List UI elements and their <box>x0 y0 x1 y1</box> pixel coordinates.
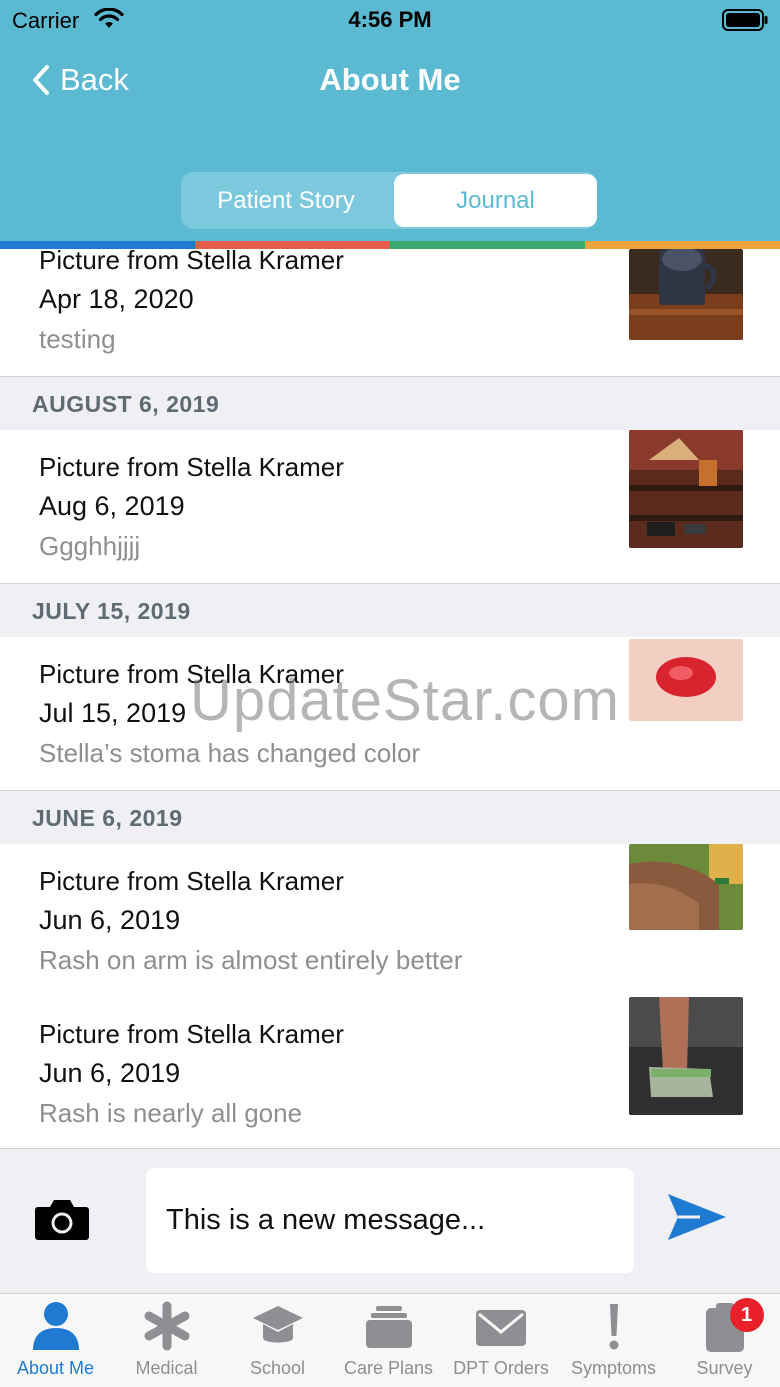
tab-survey[interactable]: 1 Survey <box>669 1294 780 1387</box>
tab-medical[interactable]: Medical <box>111 1294 222 1387</box>
asterisk-icon <box>144 1301 189 1351</box>
stripe-blue <box>0 241 195 249</box>
entry-title: Picture from Stella Kramer <box>39 866 344 896</box>
watermark: UpdateStar.com <box>190 668 620 733</box>
journal-entry[interactable]: Picture from Stella Kramer Aug 6, 2019 G… <box>0 430 780 583</box>
entry-date: Apr 18, 2020 <box>39 284 194 314</box>
graduation-cap-icon <box>252 1306 303 1343</box>
tab-label: DPT Orders <box>453 1358 549 1378</box>
camera-icon[interactable] <box>34 1195 90 1241</box>
entry-date: Jun 6, 2019 <box>39 1058 181 1088</box>
section-label: AUGUST 6, 2019 <box>32 391 220 417</box>
stripe-green <box>390 241 585 249</box>
clipboard-icon: 1 <box>700 1298 764 1352</box>
exclamation-icon <box>609 1304 618 1350</box>
tab-journal[interactable]: Journal <box>394 174 597 227</box>
tab-label: School <box>249 1358 306 1378</box>
entry-note: Rash on arm is almost entirely better <box>39 945 463 975</box>
stripe-orange <box>585 241 780 249</box>
entry-photo[interactable] <box>629 639 743 721</box>
tab-label: About Me <box>16 1358 95 1378</box>
message-composer <box>0 1148 780 1293</box>
send-icon[interactable] <box>666 1192 728 1242</box>
section-label: JULY 15, 2019 <box>32 598 191 624</box>
entry-note: Ggghhjjjj <box>39 531 141 561</box>
entry-date: Aug 6, 2019 <box>39 491 185 521</box>
message-input[interactable] <box>146 1168 634 1273</box>
tab-school[interactable]: School <box>222 1294 333 1387</box>
tab-label: Survey <box>696 1358 753 1378</box>
entry-photo[interactable] <box>629 430 743 548</box>
tab-care-plans[interactable]: Care Plans <box>333 1294 444 1387</box>
entry-title: Picture from Stella Kramer <box>39 249 344 275</box>
entry-photo[interactable] <box>629 997 743 1115</box>
color-stripe <box>0 241 780 249</box>
tab-bar: About Me Medical School Care Plans DPT O… <box>0 1293 780 1387</box>
tab-label: Medical <box>135 1358 198 1378</box>
section-header: JUNE 6, 2019 <box>0 790 780 844</box>
journal-entry[interactable]: Picture from Stella Kramer Jun 6, 2019 R… <box>0 844 780 997</box>
segmented-control: Patient Story Journal <box>181 172 597 229</box>
stack-icon <box>365 1306 412 1348</box>
entry-note: Stella’s stoma has changed color <box>39 738 421 768</box>
journal-entry[interactable]: Picture from Stella Kramer Apr 18, 2020 … <box>0 249 780 376</box>
page-title: About Me <box>319 62 461 97</box>
section-label: JUNE 6, 2019 <box>32 805 183 831</box>
battery-icon <box>722 9 768 31</box>
tab-label: Symptoms <box>570 1358 657 1378</box>
header: Carrier 4:56 PM Back About Me Patient St… <box>0 0 780 241</box>
status-bar: Carrier 4:56 PM <box>0 0 780 40</box>
tab-patient-story[interactable]: Patient Story <box>181 172 391 229</box>
clock: 4:56 PM <box>348 7 432 32</box>
stripe-red <box>195 241 390 249</box>
journal-entry[interactable]: Picture from Stella Kramer Jun 6, 2019 R… <box>0 997 780 1148</box>
section-header: AUGUST 6, 2019 <box>0 376 780 430</box>
entry-title: Picture from Stella Kramer <box>39 1019 344 1049</box>
notification-badge: 1 <box>729 1298 764 1332</box>
navigation-bar: Back About Me <box>0 50 780 110</box>
entry-photo[interactable] <box>629 249 743 340</box>
tab-about-me[interactable]: About Me <box>0 1294 111 1387</box>
journal-feed[interactable]: Picture from Stella Kramer Apr 18, 2020 … <box>0 249 780 1148</box>
person-icon <box>32 1302 79 1350</box>
entry-note: Rash is nearly all gone <box>39 1098 303 1128</box>
entry-date: Jul 15, 2019 <box>39 698 187 728</box>
entry-note: testing <box>39 324 116 354</box>
entry-date: Jun 6, 2019 <box>39 905 181 935</box>
entry-title: Picture from Stella Kramer <box>39 452 344 482</box>
entry-photo[interactable] <box>629 844 743 930</box>
section-header: JULY 15, 2019 <box>0 583 780 637</box>
envelope-icon <box>476 1310 526 1346</box>
tab-symptoms[interactable]: Symptoms <box>558 1294 669 1387</box>
tab-dpt-orders[interactable]: DPT Orders <box>444 1294 558 1387</box>
tab-label: Care Plans <box>343 1358 434 1378</box>
